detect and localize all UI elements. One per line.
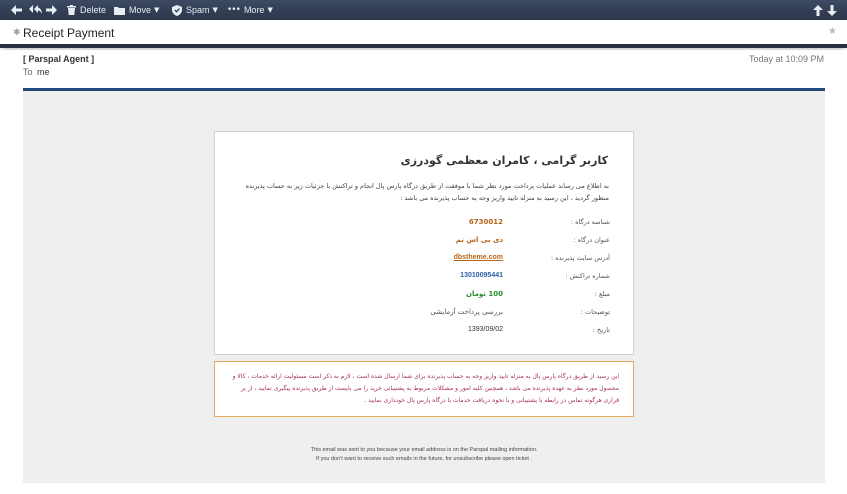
- receipt-row: آدرس سایت پذیرنده : dbstheme.com: [215, 254, 635, 268]
- more-label: More: [243, 5, 265, 15]
- row-label: تاریخ :: [592, 326, 610, 334]
- message-subject: Receipt Payment: [23, 26, 115, 40]
- merchant-site-link[interactable]: dbstheme.com: [454, 254, 503, 261]
- message-header: [ Parspal Agent ] To me Today at 10:09 P…: [0, 50, 847, 90]
- previous-message-arrow-up-icon[interactable]: [813, 4, 823, 16]
- receipt-row: شناسه درگاه : 6730012: [215, 218, 635, 232]
- gateway-id-value: 6730012: [468, 218, 503, 226]
- star-icon[interactable]: ★: [828, 26, 837, 37]
- receipt-intro: به اطلاع می رساند عملیات پرداخت مورد نظر…: [245, 182, 609, 202]
- delete-label: Delete: [80, 5, 107, 15]
- receipt-row: توضیحات : بررسی پرداخت آزمایشی: [215, 308, 635, 322]
- footer-line: If you don't want to receive such emails…: [316, 456, 532, 462]
- move-button[interactable]: Move ▼: [114, 0, 159, 20]
- amount-value: 100 تومان: [465, 290, 503, 298]
- row-label: شناسه درگاه :: [570, 218, 610, 226]
- footer-note: This email was sent to you because your …: [23, 446, 825, 464]
- transaction-number-value: 13010095441: [460, 272, 503, 279]
- date-value: 1393/09/02: [467, 326, 503, 333]
- to-label: To: [23, 67, 33, 77]
- receipt-greeting: کاربر گرامی ، کامران معظمی گودرزی: [400, 154, 608, 167]
- receipt-row: عنوان درگاه : دی بی اس تم: [215, 236, 635, 250]
- unread-dot-icon: ✱: [13, 28, 21, 38]
- subject-bar: ✱ Receipt Payment ★: [0, 20, 847, 48]
- spam-button[interactable]: Spam ▼: [172, 0, 218, 20]
- receipt-row: تاریخ : 1393/09/02: [215, 326, 635, 340]
- chevron-down-icon: ▼: [212, 6, 218, 14]
- forward-button[interactable]: [46, 0, 57, 20]
- trash-icon: [67, 5, 76, 15]
- delete-button[interactable]: Delete: [67, 0, 106, 20]
- message-date: Today at 10:09 PM: [748, 54, 824, 64]
- reply-all-icon: [29, 5, 42, 15]
- recipient-name[interactable]: me: [37, 67, 50, 77]
- sender-name[interactable]: [ Parspal Agent ]: [23, 54, 94, 64]
- arrow-left-icon: [11, 5, 22, 15]
- row-label: شماره تراکنش :: [565, 272, 610, 280]
- receipt-row: شماره تراکنش : 13010095441: [215, 272, 635, 286]
- gateway-title-value: دی بی اس تم: [455, 236, 503, 244]
- ellipsis-icon: •••: [227, 5, 241, 15]
- footer-line: This email was sent to you because your …: [310, 447, 538, 453]
- receipt-card: کاربر گرامی ، کامران معظمی گودرزی به اطل…: [214, 131, 634, 355]
- folder-icon: [114, 6, 125, 15]
- description-value: بررسی پرداخت آزمایشی: [430, 308, 503, 316]
- notice-text: این رسید از طریق درگاه پارس پال به منزله…: [232, 373, 619, 404]
- spam-label: Spam: [186, 5, 210, 15]
- back-button[interactable]: [11, 0, 22, 20]
- shield-icon: [172, 4, 182, 16]
- more-button[interactable]: ••• More ▼: [227, 0, 273, 20]
- receipt-row: مبلغ : 100 تومان: [215, 290, 635, 304]
- reply-all-button[interactable]: [29, 0, 42, 20]
- message-body: کاربر گرامی ، کامران معظمی گودرزی به اطل…: [23, 91, 825, 483]
- chevron-down-icon: ▼: [267, 6, 273, 14]
- chevron-down-icon: ▼: [154, 6, 160, 14]
- row-label: مبلغ :: [594, 290, 610, 298]
- arrow-right-icon: [46, 5, 57, 15]
- notice-box: این رسید از طریق درگاه پارس پال به منزله…: [214, 361, 634, 417]
- row-label: توضیحات :: [580, 308, 610, 316]
- message-toolbar: Delete Move ▼ Spam ▼ ••• More ▼: [0, 0, 847, 20]
- move-label: Move: [129, 5, 152, 15]
- row-label: عنوان درگاه :: [573, 236, 610, 244]
- row-label: آدرس سایت پذیرنده :: [550, 254, 610, 262]
- next-message-arrow-down-icon[interactable]: [827, 4, 837, 16]
